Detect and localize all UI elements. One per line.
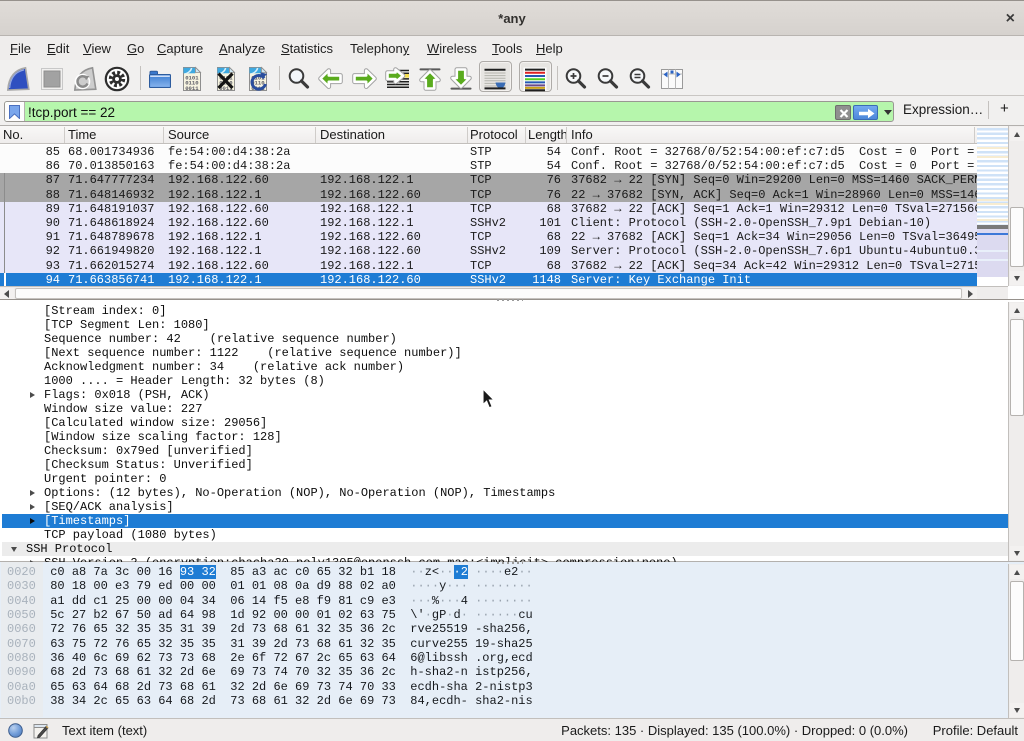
svg-text:0011: 0011 [185,85,199,92]
